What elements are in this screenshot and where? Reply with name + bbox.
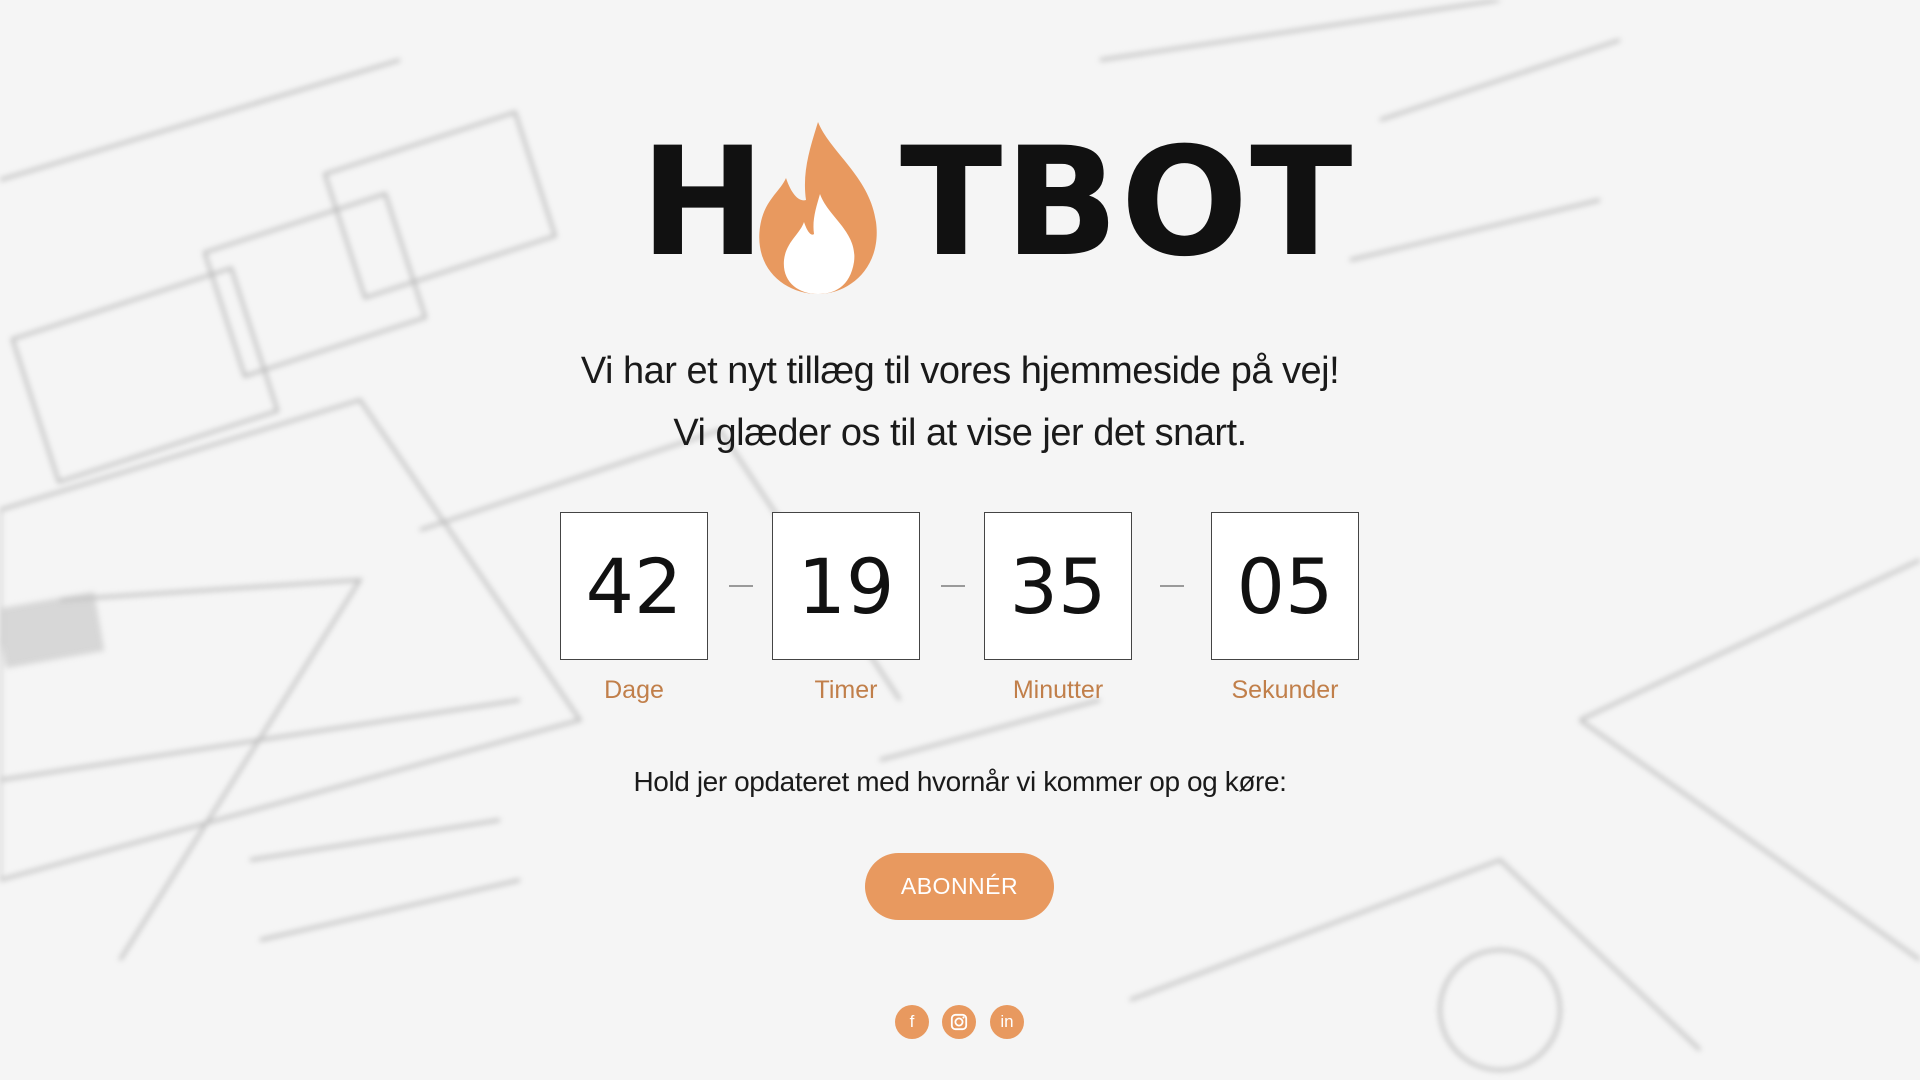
flame-icon (759, 122, 877, 294)
countdown-separator (1160, 585, 1184, 587)
main-content: H TBOT Vi har et nyt tillæg til vores hj… (0, 0, 1920, 1080)
facebook-link[interactable]: f (895, 1005, 929, 1039)
countdown-minutes-label: Minutter (1012, 676, 1104, 704)
linkedin-link[interactable]: in (990, 1005, 1024, 1039)
countdown-seconds: 05 (1211, 512, 1359, 660)
facebook-icon: f (909, 1012, 915, 1031)
instagram-link[interactable] (942, 1005, 976, 1039)
subscribe-button[interactable]: ABONNÉR (865, 853, 1054, 920)
countdown-seconds-label: Sekunder (1231, 676, 1339, 704)
headline-line-1: Vi har et nyt tillæg til vores hjemmesid… (580, 350, 1340, 392)
countdown-minutes: 35 (984, 512, 1132, 660)
subscribe-prompt: Hold jer opdateret med hvornår vi kommer… (633, 766, 1287, 797)
instagram-icon (950, 1013, 968, 1031)
logo-letter-h: H (640, 116, 768, 290)
coming-soon-page: H TBOT Vi har et nyt tillæg til vores hj… (0, 0, 1920, 1080)
countdown-days: 42 (560, 512, 708, 660)
hotbot-logo: H TBOT (640, 116, 1352, 294)
logo-letters-tbot: TBOT (900, 116, 1355, 290)
linkedin-icon: in (1000, 1012, 1014, 1031)
countdown-separator (729, 585, 753, 587)
headline-line-2: Vi glæder os til at vise jer det snart. (673, 412, 1247, 454)
countdown-hours-label: Timer (814, 676, 878, 704)
countdown-hours: 19 (772, 512, 920, 660)
countdown-separator (941, 585, 965, 587)
countdown-days-label: Dage (604, 676, 664, 704)
